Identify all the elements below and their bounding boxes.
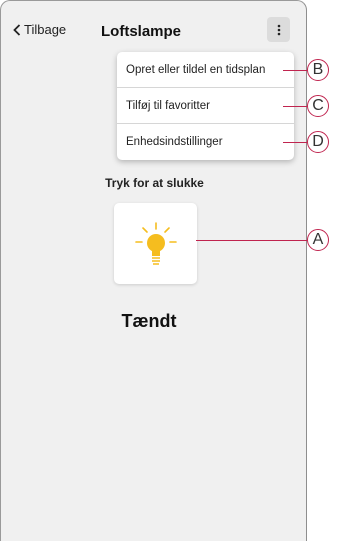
phone-screen: Tilbage Loftslampe Opret eller tildel en… (0, 0, 307, 541)
callout-d: D (307, 131, 329, 153)
light-status: Tændt (121, 311, 177, 331)
callout-b: B (307, 59, 329, 81)
back-button[interactable]: Tilbage (13, 22, 66, 37)
lightbulb-icon (134, 221, 177, 265)
toggle-instruction: Tryk for at slukke (105, 176, 204, 190)
options-menu: Opret eller tildel en tidsplan Tilføj ti… (117, 52, 294, 160)
menu-item-schedule[interactable]: Opret eller tildel en tidsplan (117, 52, 294, 88)
more-vertical-icon (277, 24, 280, 35)
menu-item-add-favorite[interactable]: Tilføj til favoritter (117, 88, 294, 124)
callout-a: A (307, 229, 329, 251)
callout-c-line (283, 106, 307, 107)
page-title: Loftslampe (101, 23, 182, 40)
back-label: Tilbage (24, 22, 67, 37)
callout-c: C (307, 95, 329, 117)
more-options-button[interactable] (267, 17, 290, 42)
menu-item-device-settings[interactable]: Enhedsindstillinger (117, 124, 294, 160)
callout-b-line (283, 70, 307, 71)
chevron-left-icon (13, 23, 21, 36)
callout-d-line (283, 142, 307, 143)
callout-a-line (196, 240, 307, 241)
light-toggle-button[interactable] (114, 203, 197, 284)
